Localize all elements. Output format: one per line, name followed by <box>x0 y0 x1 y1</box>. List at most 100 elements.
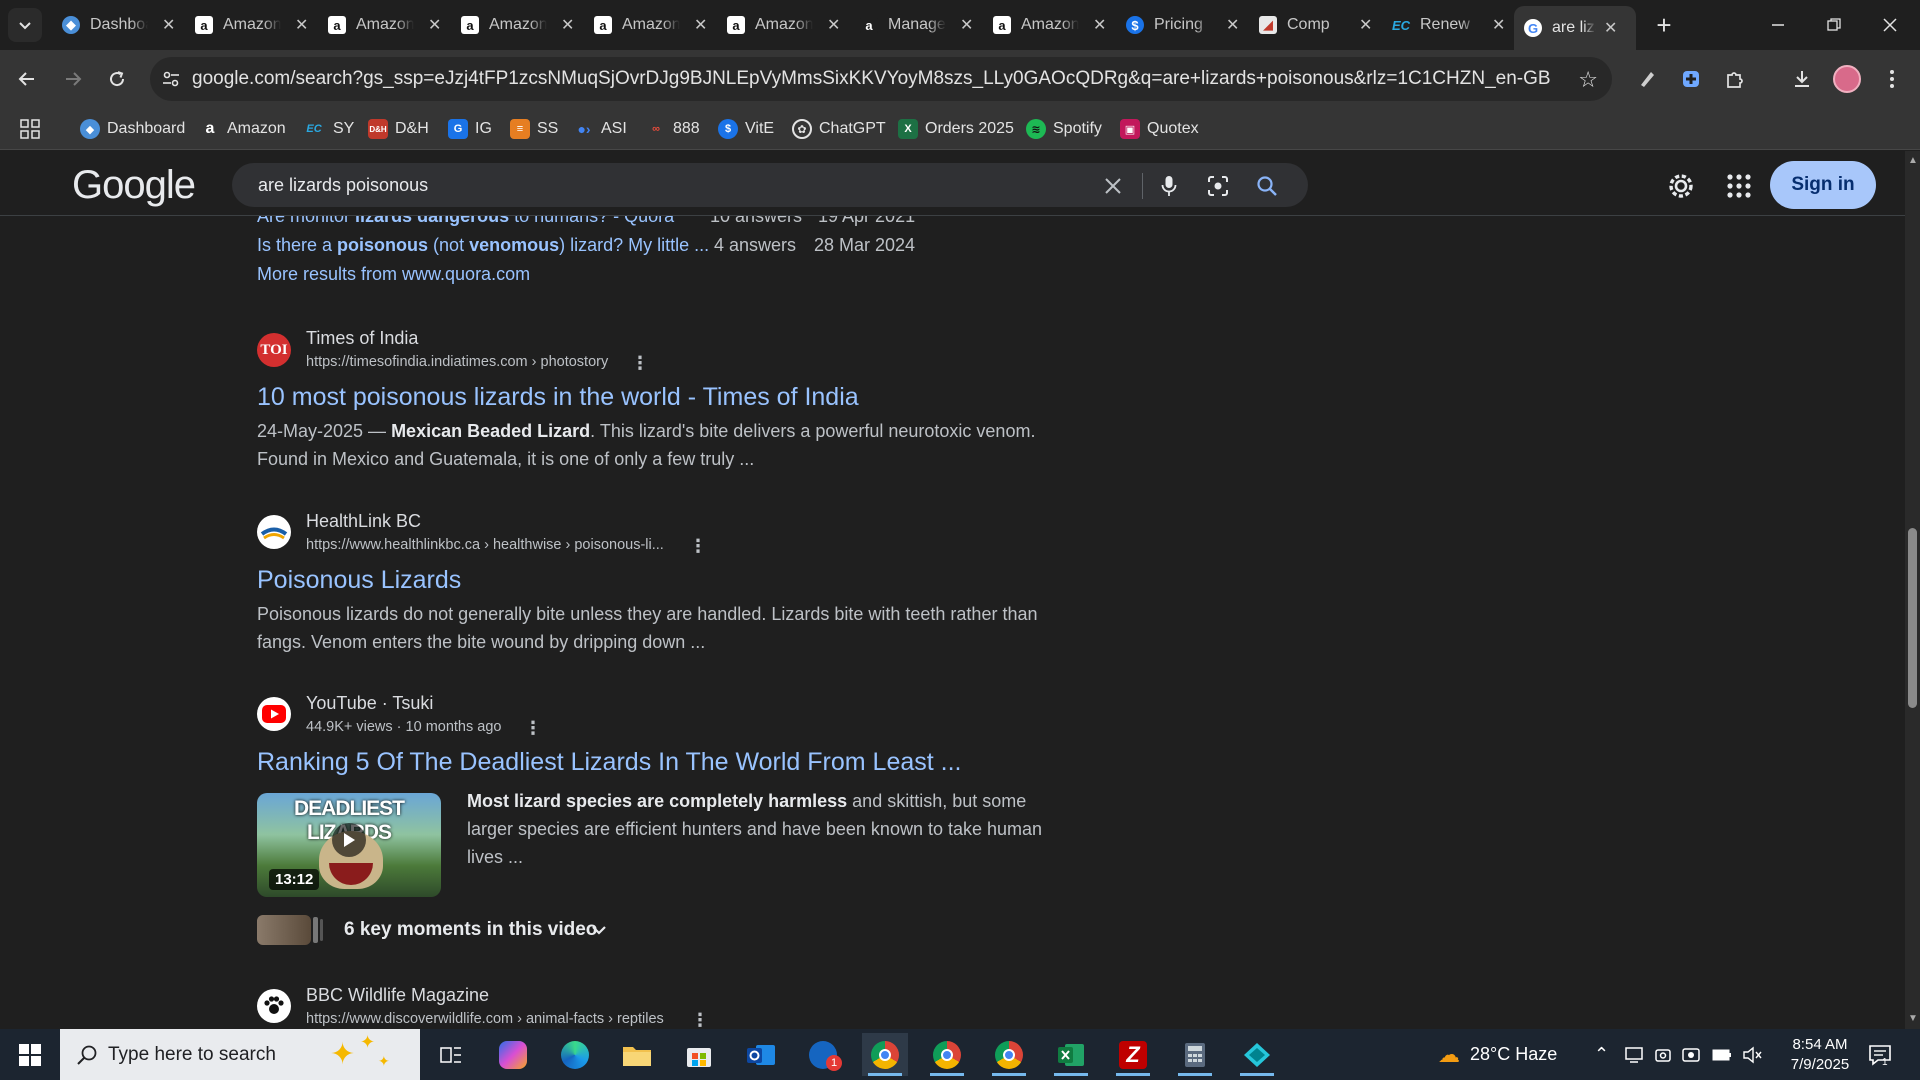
downloads-button[interactable] <box>1787 64 1817 94</box>
taskbar-chrome-2[interactable] <box>924 1033 970 1076</box>
apps-button[interactable] <box>20 117 40 141</box>
more-options-icon[interactable]: ⋮ <box>691 1010 709 1029</box>
reload-button[interactable] <box>100 62 134 96</box>
key-moments-toggle[interactable]: 6 key moments in this video <box>344 919 597 941</box>
result-title-link[interactable]: Poisonous Lizards <box>257 566 461 595</box>
tab-amazon-4[interactable]: a Amazon ✕ <box>584 8 717 42</box>
bookmark-sy[interactable]: EC SY <box>302 117 354 141</box>
taskbar-file-explorer[interactable] <box>614 1033 660 1076</box>
new-tab-button[interactable]: + <box>1644 8 1684 42</box>
profile-button[interactable] <box>1832 64 1862 94</box>
close-icon[interactable]: ✕ <box>561 15 574 35</box>
quora-related-link[interactable]: Is there a poisonous (not venomous) liza… <box>257 235 709 256</box>
search-icon[interactable] <box>1254 173 1280 199</box>
bookmark-ig[interactable]: G IG <box>448 117 492 141</box>
close-icon[interactable]: ✕ <box>428 15 441 35</box>
tab-amazon-3[interactable]: a Amazon ✕ <box>451 8 584 42</box>
tab-renew[interactable]: EC Renew ✕ <box>1382 8 1515 42</box>
result-site-name[interactable]: HealthLink BC <box>306 511 421 532</box>
result-url[interactable]: https://www.healthlinkbc.ca › healthwise… <box>306 537 664 553</box>
site-info-button[interactable] <box>150 57 192 101</box>
bookmark-quotex[interactable]: ▣ Quotex <box>1120 117 1199 141</box>
close-icon[interactable]: ✕ <box>1226 15 1239 35</box>
scrollbar-thumb[interactable] <box>1908 528 1917 708</box>
tab-dashboard[interactable]: ◆ Dashboard ✕ <box>52 8 185 42</box>
weather-widget[interactable]: ☁ 28°C Haze <box>1438 1029 1557 1080</box>
tab-search-button[interactable] <box>8 8 42 42</box>
result-site-name[interactable]: YouTube · Tsuki <box>306 693 433 714</box>
tray-volume-muted-icon[interactable] <box>1742 1029 1762 1080</box>
forward-button[interactable] <box>56 62 90 96</box>
clear-search-icon[interactable] <box>1100 173 1126 199</box>
result-title-link[interactable]: Ranking 5 Of The Deadliest Lizards In Th… <box>257 748 962 777</box>
close-icon[interactable]: ✕ <box>827 15 840 35</box>
tab-amazon-2[interactable]: a Amazon ✕ <box>318 8 451 42</box>
page-scrollbar[interactable]: ▲ ▼ <box>1905 151 1920 1029</box>
extension-pen-button[interactable] <box>1632 64 1662 94</box>
extensions-button[interactable] <box>1720 64 1750 94</box>
tray-battery-icon[interactable] <box>1712 1029 1732 1080</box>
taskbar-edge[interactable] <box>552 1033 598 1076</box>
settings-gear-icon[interactable] <box>1666 171 1696 201</box>
microphone-icon[interactable] <box>1156 173 1182 199</box>
url-text[interactable]: google.com/search?gs_ssp=eJzj4tFP1zcsNMu… <box>192 68 1552 90</box>
restore-button[interactable] <box>1814 8 1854 42</box>
notification-center-button[interactable]: 1 <box>1868 1029 1892 1080</box>
bookmark-dh[interactable]: D&H D&H <box>368 117 429 141</box>
bookmark-star-icon[interactable]: ☆ <box>1578 67 1598 93</box>
bookmark-spotify[interactable]: ≋ Spotify <box>1026 117 1102 141</box>
play-icon[interactable] <box>332 823 366 857</box>
bookmark-vite[interactable]: $ VitE <box>718 117 774 141</box>
close-icon[interactable]: ✕ <box>162 15 175 35</box>
tab-amazon-6[interactable]: a Amazon ✕ <box>983 8 1116 42</box>
bookmark-amazon[interactable]: a Amazon <box>200 117 286 141</box>
bookmark-asi[interactable]: ●› ASI <box>574 117 626 141</box>
google-apps-icon[interactable] <box>1726 173 1752 199</box>
start-button[interactable] <box>0 1029 60 1080</box>
tab-manage[interactable]: a Manage ✕ <box>850 8 983 42</box>
tab-amazon-5[interactable]: a Amazon ✕ <box>717 8 850 42</box>
taskbar-calculator[interactable] <box>1172 1033 1218 1076</box>
bookmark-dashboard[interactable]: ◆ Dashboard <box>80 117 185 141</box>
address-bar[interactable]: google.com/search?gs_ssp=eJzj4tFP1zcsNMu… <box>150 57 1612 101</box>
extension-plus-button[interactable] <box>1676 64 1706 94</box>
taskbar-chrome-1[interactable] <box>862 1033 908 1076</box>
video-thumbnail[interactable]: DEADLIEST LIZARDS 13:12 <box>257 793 441 897</box>
more-options-icon[interactable]: ⋮ <box>631 353 649 373</box>
scroll-down-icon[interactable]: ▼ <box>1908 1013 1918 1024</box>
result-site-name[interactable]: BBC Wildlife Magazine <box>306 985 489 1006</box>
tab-google-search[interactable]: G are lizards ✕ <box>1514 6 1636 50</box>
result-site-name[interactable]: Times of India <box>306 328 418 349</box>
close-icon[interactable]: ✕ <box>295 15 308 35</box>
bookmark-chatgpt[interactable]: ✿ ChatGPT <box>792 117 886 141</box>
tab-amazon-1[interactable]: a Amazon ✕ <box>185 8 318 42</box>
taskbar-search[interactable]: Type here to search ✦ ✦ ✦ <box>60 1029 420 1080</box>
google-logo[interactable]: Google <box>72 163 196 208</box>
taskbar-outlook[interactable] <box>738 1033 784 1076</box>
more-results-link[interactable]: More results from www.quora.com <box>257 264 530 285</box>
scroll-up-icon[interactable]: ▲ <box>1908 155 1918 166</box>
close-icon[interactable]: ✕ <box>1359 15 1372 35</box>
taskbar-chrome-3[interactable] <box>986 1033 1032 1076</box>
key-moments-thumbnails[interactable] <box>257 915 323 945</box>
taskbar-filezilla[interactable]: Z <box>1110 1033 1156 1076</box>
chevron-down-icon[interactable] <box>590 921 608 944</box>
bookmark-orders-2025[interactable]: X Orders 2025 <box>898 117 1014 141</box>
search-input[interactable]: are lizards poisonous <box>258 175 428 196</box>
close-icon[interactable]: ✕ <box>1093 15 1106 35</box>
tray-overflow-chevron-icon[interactable]: ⌃ <box>1594 1029 1609 1080</box>
taskbar-app-diamond[interactable] <box>1234 1033 1280 1076</box>
task-view-button[interactable] <box>428 1033 474 1076</box>
more-options-icon[interactable]: ⋮ <box>689 536 707 556</box>
tab-pricing[interactable]: $ Pricing ✕ <box>1116 8 1249 42</box>
close-window-button[interactable] <box>1870 8 1910 42</box>
close-icon[interactable]: ✕ <box>694 15 707 35</box>
bookmark-ss[interactable]: ≡ SS <box>510 117 558 141</box>
close-icon[interactable]: ✕ <box>1604 18 1617 38</box>
more-options-icon[interactable]: ⋮ <box>524 718 542 738</box>
minimize-button[interactable] <box>1758 8 1798 42</box>
taskbar-store[interactable] <box>676 1033 722 1076</box>
taskbar-excel[interactable] <box>1048 1033 1094 1076</box>
lens-icon[interactable] <box>1205 173 1231 199</box>
bookmark-888[interactable]: ∞ 888 <box>646 117 700 141</box>
